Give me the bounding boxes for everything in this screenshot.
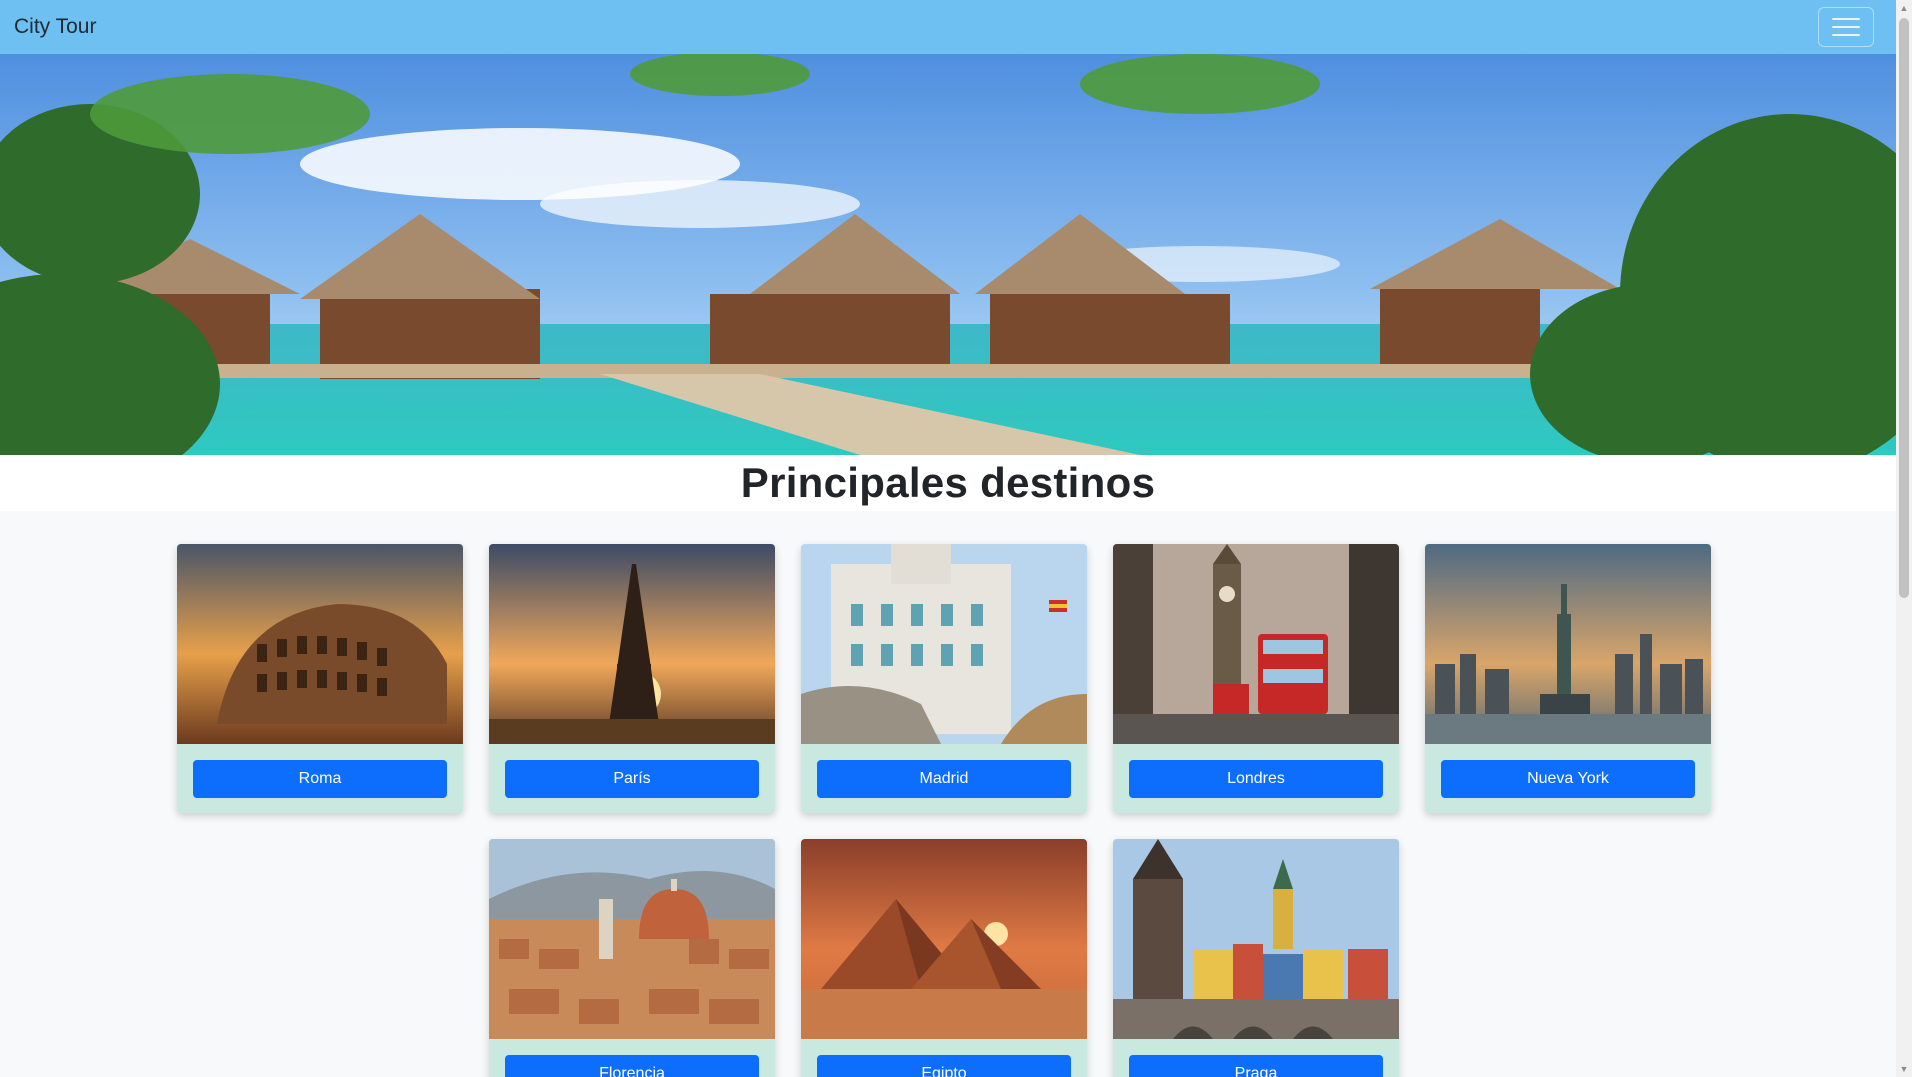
card-florencia: Florencia xyxy=(489,839,775,1077)
colosseum-photo xyxy=(177,544,463,744)
card-roma: Roma xyxy=(177,544,463,813)
hamburger-menu-icon xyxy=(1832,18,1860,20)
destination-button-nueva-york[interactable]: Nueva York xyxy=(1441,760,1695,798)
florence-cathedral-photo xyxy=(489,839,775,1039)
madrid-palace-photo xyxy=(801,544,1087,744)
destination-button-egipto[interactable]: Egipto xyxy=(817,1055,1071,1077)
eiffel-tower-photo xyxy=(489,544,775,744)
destination-button-praga[interactable]: Praga xyxy=(1129,1055,1383,1077)
title-strip: Principales destinos xyxy=(0,455,1896,511)
destinations-grid: Roma París Madrid Londres Nueva York Flo… xyxy=(0,511,1896,1077)
card-paris: París xyxy=(489,544,775,813)
scrollbar-thumb[interactable] xyxy=(1899,18,1909,598)
card-madrid: Madrid xyxy=(801,544,1087,813)
navbar: City Tour xyxy=(0,0,1896,54)
card-londres: Londres xyxy=(1113,544,1399,813)
brand-link[interactable]: City Tour xyxy=(14,15,96,39)
hero-image xyxy=(0,54,1896,455)
big-ben-bus-photo xyxy=(1113,544,1399,744)
destination-button-paris[interactable]: París xyxy=(505,760,759,798)
page-title: Principales destinos xyxy=(740,459,1156,506)
destination-button-roma[interactable]: Roma xyxy=(193,760,447,798)
card-egipto: Egipto xyxy=(801,839,1087,1077)
page-scrollbar[interactable]: ▲ ▼ xyxy=(1896,0,1912,1077)
destination-button-madrid[interactable]: Madrid xyxy=(817,760,1071,798)
prague-bridge-photo xyxy=(1113,839,1399,1039)
destination-button-londres[interactable]: Londres xyxy=(1129,760,1383,798)
card-praga: Praga xyxy=(1113,839,1399,1077)
statue-of-liberty-photo xyxy=(1425,544,1711,744)
scroll-down-arrow-icon[interactable]: ▼ xyxy=(1896,1061,1912,1077)
card-nueva-york: Nueva York xyxy=(1425,544,1711,813)
tropical-overwater-bungalows-photo xyxy=(0,54,1896,455)
destination-button-florencia[interactable]: Florencia xyxy=(505,1055,759,1077)
pyramids-photo xyxy=(801,839,1087,1039)
hamburger-menu-button[interactable] xyxy=(1818,7,1874,47)
scroll-up-arrow-icon[interactable]: ▲ xyxy=(1896,0,1912,16)
